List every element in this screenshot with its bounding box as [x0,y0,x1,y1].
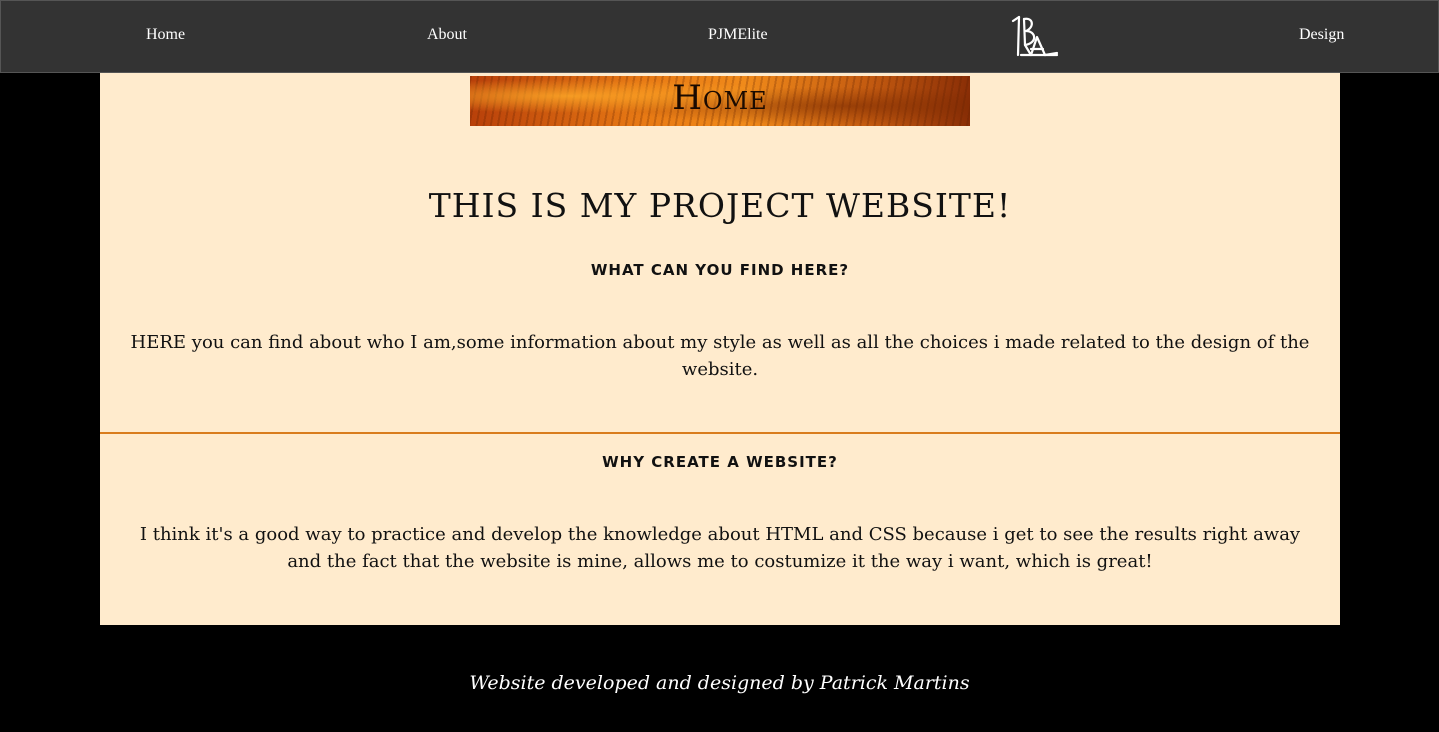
main-content-panel: Home THIS IS MY PROJECT WEBSITE! WHAT CA… [100,73,1340,625]
section-heading-why: WHY CREATE A WEBSITE? [602,453,838,471]
footer-credit: Website developed and designed by Patric… [469,672,970,694]
nav-link-design[interactable]: Design [1299,26,1344,44]
nav-link-home[interactable]: Home [146,26,185,44]
iba-logo-icon[interactable] [1009,15,1061,59]
section-heading-find: WHAT CAN YOU FIND HERE? [590,261,850,279]
top-navbar: Home About PJMElite Design [0,0,1439,73]
section-text-why: I think it's a good way to practice and … [139,524,1301,572]
section-divider [100,432,1340,434]
nav-link-about[interactable]: About [427,26,467,44]
banner-title: Home [672,78,768,118]
page-banner: Home [470,76,970,126]
page-title: THIS IS MY PROJECT WEBSITE! [428,186,1012,225]
nav-link-pjmelite[interactable]: PJMElite [708,26,768,44]
section-text-find: HERE you can find about who I am,some in… [130,332,1310,380]
